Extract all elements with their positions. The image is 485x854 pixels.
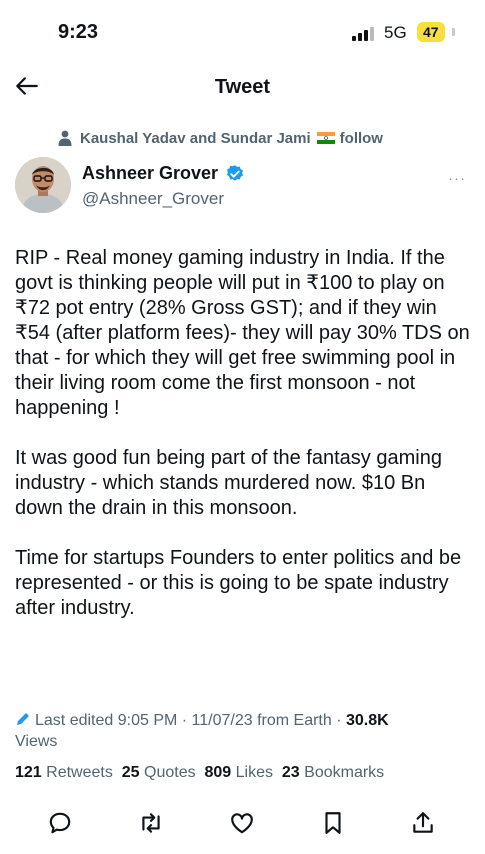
tweet-meta: Last edited 9:05 PM · 11/07/23 from Eart… <box>15 710 475 752</box>
status-bar: 9:23 5G 47 <box>0 0 485 60</box>
social-context-suffix: follow <box>339 129 383 147</box>
battery-level: 47 <box>417 22 445 42</box>
views-count: 30.8K <box>346 712 389 729</box>
meta-separator: · <box>336 712 342 729</box>
likes-label: Likes <box>235 764 273 781</box>
pencil-icon <box>17 713 29 725</box>
verified-badge-icon <box>227 165 243 181</box>
reply-icon[interactable] <box>47 810 73 836</box>
person-icon <box>58 130 72 146</box>
india-flag-icon <box>316 132 335 144</box>
tweet-stats: 121 Retweets 25 Quotes 809 Likes 23 Book… <box>15 764 384 782</box>
avatar-image <box>15 157 71 213</box>
bookmarks-label: Bookmarks <box>304 764 385 781</box>
tweet-paragraph: Time for startups Founders to enter poli… <box>15 547 462 619</box>
tweet-source: from Earth <box>257 712 332 729</box>
tweet-text: RIP - Real money gaming industry in Indi… <box>15 246 475 646</box>
network-type: 5G <box>384 23 407 42</box>
tweet-paragraph: It was good fun being part of the fantas… <box>15 447 442 519</box>
more-options-icon[interactable]: ··· <box>448 170 466 187</box>
likes-count: 809 <box>204 764 232 781</box>
navigation-bar: Tweet <box>0 65 485 109</box>
share-icon[interactable] <box>410 810 436 836</box>
bookmark-icon[interactable] <box>320 810 346 836</box>
bookmarks-count: 23 <box>281 764 300 781</box>
avatar[interactable] <box>15 157 71 213</box>
tweet-actions <box>0 808 485 840</box>
signal-icon <box>352 27 374 41</box>
author-name[interactable]: Ashneer Grover <box>82 163 218 184</box>
social-context-names: Kaushal Yadav and Sundar Jami <box>80 129 311 147</box>
author-handle[interactable]: @Ashneer_Grover <box>82 189 224 209</box>
retweets-label: Retweets <box>46 764 113 781</box>
retweets-count: 121 <box>15 764 42 781</box>
quotes-stat[interactable]: 25 Quotes <box>122 764 196 781</box>
tweet-paragraph: RIP - Real money gaming industry in Indi… <box>15 247 470 419</box>
quotes-label: Quotes <box>144 764 196 781</box>
social-context[interactable]: Kaushal Yadav and Sundar Jami follow <box>58 128 383 148</box>
likes-stat[interactable]: 809 Likes <box>204 764 273 781</box>
last-edited[interactable]: Last edited 9:05 PM · 11/07/23 <box>35 712 253 729</box>
battery-tip <box>452 28 455 36</box>
page-title: Tweet <box>214 76 271 98</box>
retweets-stat[interactable]: 121 Retweets <box>15 764 113 781</box>
bookmarks-stat[interactable]: 23 Bookmarks <box>282 764 384 781</box>
heart-icon[interactable] <box>229 810 255 836</box>
quotes-count: 25 <box>121 764 140 781</box>
views-label: Views <box>15 733 58 750</box>
status-time: 9:23 <box>58 21 99 43</box>
retweet-icon[interactable] <box>138 810 164 836</box>
